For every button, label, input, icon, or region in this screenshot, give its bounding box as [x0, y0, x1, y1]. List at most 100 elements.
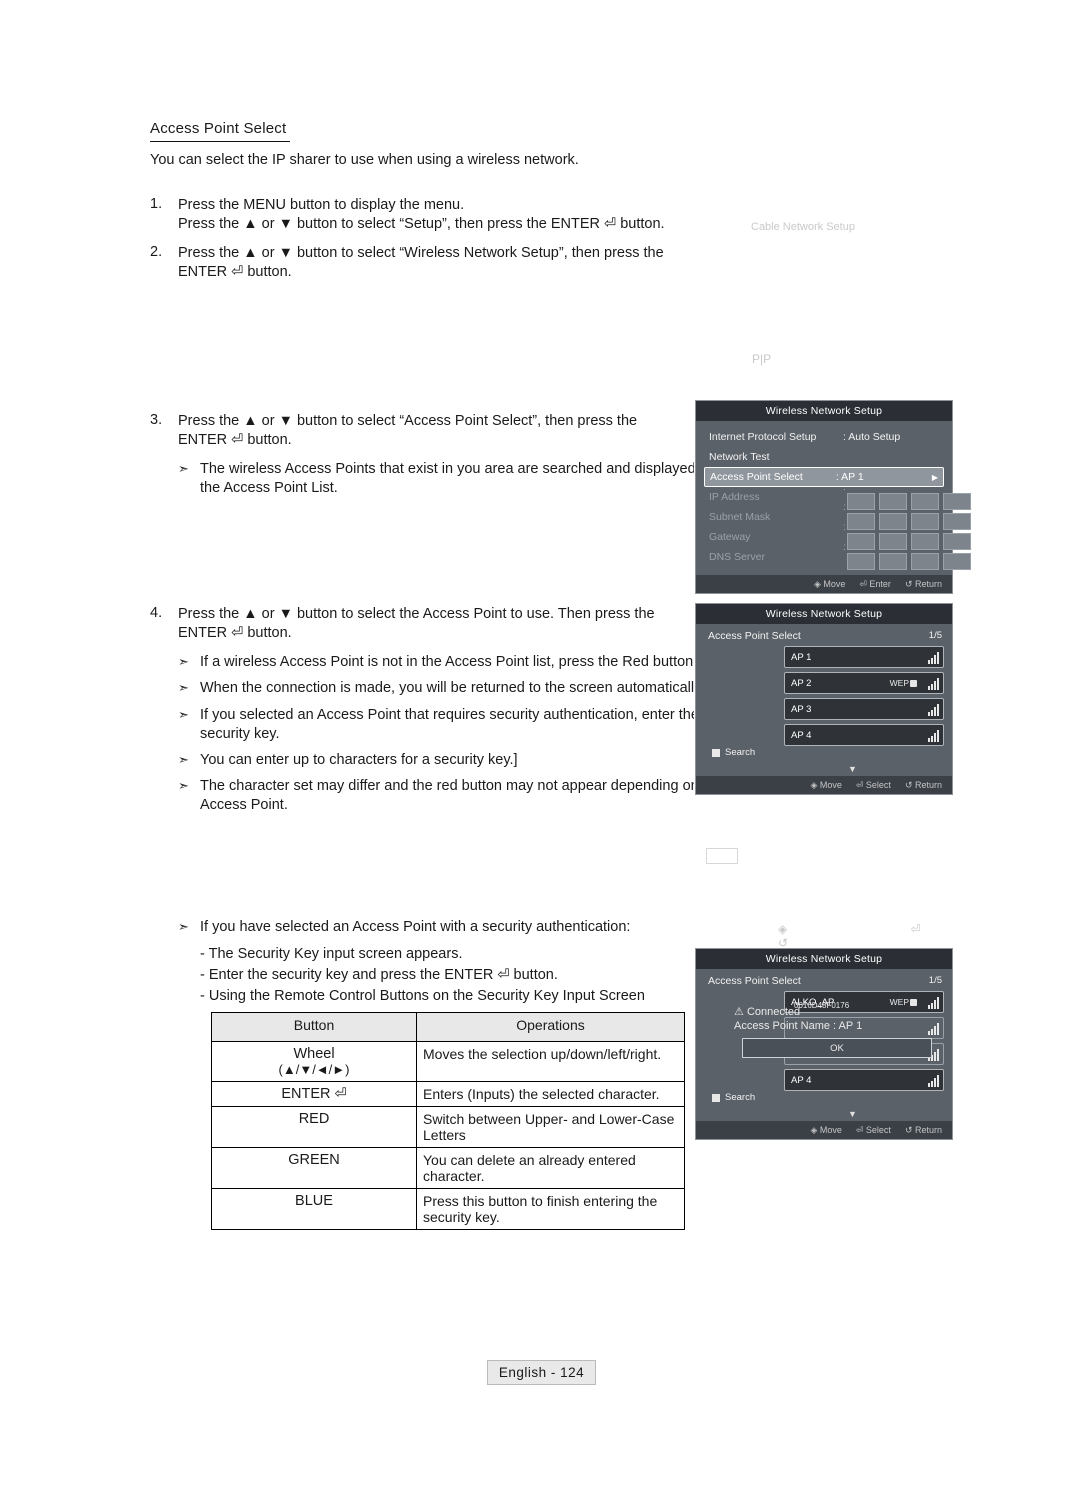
- ghost-cable-network-setup: Cable Network Setup: [751, 221, 855, 233]
- osd-row-label: Internet Protocol Setup: [709, 431, 817, 443]
- osd-title: Wireless Network Setup: [696, 604, 952, 624]
- ap-name: AP 3: [791, 703, 812, 715]
- step-line: Press the ▲ or ▼ button to select “Wirel…: [178, 245, 664, 262]
- ap-security-label: WEP: [889, 678, 909, 688]
- table-cell-button: GREEN: [211, 1147, 417, 1189]
- step-text: Press the MENU button to display the men…: [178, 196, 665, 234]
- note-arrow-icon: ➣: [178, 654, 189, 670]
- list-item[interactable]: AP 1: [784, 646, 944, 668]
- step-text: Press the ▲ or ▼ button to select “Wirel…: [178, 244, 664, 282]
- osd-row-value: : Auto Setup: [843, 431, 901, 443]
- note-text: If a wireless Access Point is not in the…: [200, 654, 698, 671]
- osd-row-label: Gateway: [709, 531, 751, 543]
- step-line: ENTER ⏎ button.: [178, 432, 292, 449]
- step-text: Press the ▲ or ▼ button to select the Ac…: [178, 605, 655, 643]
- osd-page-count: 1/5: [928, 975, 942, 986]
- table-row: RED Switch between Upper- and Lower-Case…: [211, 1106, 685, 1148]
- osd-footer: ◈ Move ⏎ Select ↺ Return: [696, 1121, 952, 1139]
- osd-access-point-list: Wireless Network Setup Access Point Sele…: [695, 603, 953, 795]
- list-item[interactable]: AP 2 WEP: [784, 672, 944, 694]
- osd-footer: ◈ Move ⏎ Select ↺ Return: [696, 776, 952, 794]
- osd-row-value: :: [843, 541, 971, 573]
- step-number: 1.: [150, 196, 163, 212]
- ip-cell: [943, 533, 971, 550]
- list-item[interactable]: AP 4: [784, 724, 944, 746]
- dialog-warning-row: ⚠ Connected: [734, 1005, 940, 1018]
- table-row: GREEN You can delete an already entered …: [211, 1147, 685, 1189]
- step-number: 4.: [150, 605, 163, 621]
- remote-button-table: Button Operations Wheel (▲/▼/◄/►) Moves …: [211, 1012, 685, 1230]
- osd-row-internet-protocol-setup[interactable]: Internet Protocol Setup : Auto Setup: [704, 427, 944, 447]
- table-header-row: Button Operations: [211, 1012, 685, 1042]
- osd-row-network-test[interactable]: Network Test: [704, 447, 944, 467]
- note-arrow-icon: ➣: [178, 461, 189, 477]
- osd-access-point-connected: Wireless Network Setup Access Point Sele…: [695, 948, 953, 1140]
- osd-footer: ◈ Move ⏎ Enter ↺ Return: [696, 575, 952, 593]
- osd-row-label: Subnet Mask: [709, 511, 771, 523]
- step-item: 4. Press the ▲ or ▼ button to select the…: [150, 605, 725, 643]
- scroll-down-icon[interactable]: ▼: [848, 764, 857, 774]
- osd-row-label: DNS Server: [709, 551, 766, 563]
- dialog-ap-name: Access Point Name : AP 1: [734, 1020, 863, 1032]
- step-item: 2. Press the ▲ or ▼ button to select “Wi…: [150, 244, 720, 282]
- table-row: BLUE Press this button to finish enterin…: [211, 1188, 685, 1230]
- intro-paragraph: You can select the IP sharer to use when…: [150, 152, 579, 168]
- red-button-icon: [712, 1093, 720, 1102]
- ip-cell: [943, 513, 971, 530]
- table-cell-operation: Moves the selection up/down/left/right.: [416, 1041, 685, 1082]
- note-arrow-icon: ➣: [178, 706, 189, 722]
- step-text: Press the ▲ or ▼ button to select “Acces…: [178, 412, 637, 450]
- signal-bars-icon: [928, 678, 939, 690]
- note-arrow-icon: ➣: [178, 777, 189, 793]
- step-number: 2.: [150, 244, 163, 261]
- access-point-list: AP 1 AP 2 WEP AP 3 AP 4: [784, 646, 944, 750]
- osd-row-label: Network Test: [709, 451, 770, 463]
- red-button-icon: [712, 748, 720, 757]
- note-text: If you selected an Access Point that req…: [200, 706, 699, 742]
- signal-bars-icon: [928, 1075, 939, 1087]
- note-item: ➣ The character set may differ and the r…: [150, 777, 725, 815]
- search-button[interactable]: Search: [712, 1092, 755, 1103]
- scroll-down-icon[interactable]: ▼: [848, 1109, 857, 1119]
- signal-bars-icon: [928, 704, 939, 716]
- ghost-box: [706, 848, 738, 864]
- step-3-block: 3. Press the ▲ or ▼ button to select “Ac…: [150, 412, 720, 506]
- page-footer: English - 124: [487, 1360, 596, 1385]
- osd-wireless-network-setup: Wireless Network Setup Internet Protocol…: [695, 400, 971, 594]
- ghost-footer-icons: ◈ ⏎ ↺: [778, 922, 981, 950]
- note-arrow-icon: ➣: [178, 751, 189, 767]
- signal-bars-icon: [928, 652, 939, 664]
- security-note-block: ➣ If you have selected an Access Point w…: [150, 918, 725, 1007]
- note-arrow-icon: ➣: [178, 919, 189, 934]
- footer-move: ◈ Move: [810, 779, 842, 790]
- dash-line: - The Security Key input screen appears.: [200, 946, 463, 963]
- ghost-pip-label: P|P: [752, 352, 772, 366]
- osd-page-count: 1/5: [928, 630, 942, 641]
- ip-cell-group: [847, 553, 971, 570]
- osd-list-label: Access Point Select: [708, 630, 801, 642]
- search-button[interactable]: Search: [712, 747, 755, 758]
- osd-row-label: IP Address: [709, 491, 760, 503]
- list-item[interactable]: AP 3: [784, 698, 944, 720]
- table-cell-operation: Press this button to finish entering the…: [416, 1188, 685, 1230]
- table-cell-operation: Switch between Upper- and Lower-Case Let…: [416, 1106, 685, 1148]
- osd-row-dns-server: DNS Server :: [704, 541, 971, 570]
- step-line: ENTER ⏎ button.: [178, 264, 292, 281]
- list-item[interactable]: AP 4: [784, 1069, 944, 1091]
- note-text: The character set may differ and the red…: [200, 777, 723, 813]
- step-line: Press the ▲ or ▼ button to select “Setup…: [178, 216, 665, 233]
- table-cell-button: RED: [211, 1106, 417, 1148]
- dash-line: - Enter the security key and press the E…: [200, 967, 558, 984]
- manual-page: Cable Network Setup P|P ◈ ⏎ ↺ Access Poi…: [0, 0, 1080, 1488]
- table-header-button: Button: [211, 1012, 417, 1042]
- ap-name: AP 2: [791, 677, 812, 689]
- connection-dialog: ⚠ Connected Access Point Name : AP 1 OK: [734, 1005, 940, 1058]
- step-line: Press the ▲ or ▼ button to select the Ac…: [178, 606, 655, 622]
- step-4-block: 4. Press the ▲ or ▼ button to select the…: [150, 605, 725, 822]
- lock-icon: [910, 679, 917, 687]
- footer-enter: ⏎ Enter: [859, 578, 891, 589]
- signal-bars-icon: [928, 730, 939, 742]
- note-text: The wireless Access Points that exist in…: [200, 461, 711, 497]
- search-label: Search: [725, 1092, 756, 1103]
- ok-button[interactable]: OK: [742, 1038, 932, 1058]
